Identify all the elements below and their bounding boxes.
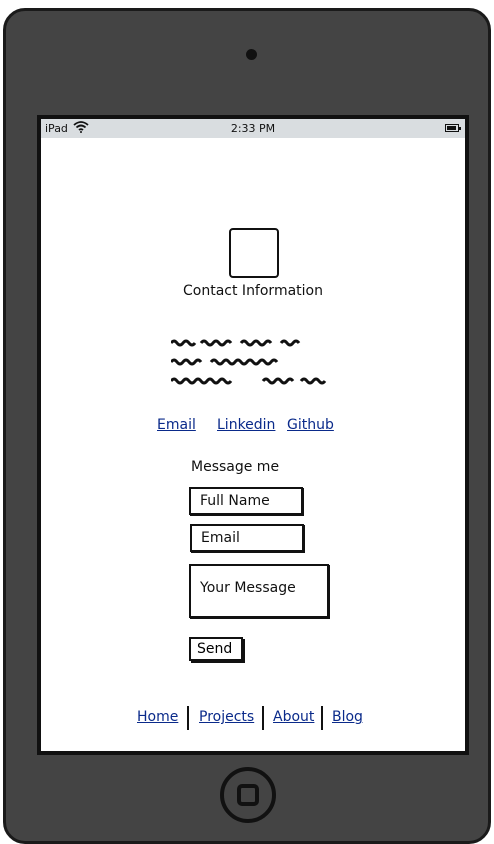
full-name-placeholder: Full Name bbox=[200, 493, 270, 509]
form-heading: Message me bbox=[191, 459, 280, 475]
send-button[interactable]: Send bbox=[189, 637, 243, 661]
home-button[interactable] bbox=[220, 767, 276, 823]
nav-projects-link[interactable]: Projects bbox=[199, 709, 254, 725]
nav-separator bbox=[187, 706, 189, 730]
email-placeholder: Email bbox=[201, 530, 240, 546]
nav-blog-link[interactable]: Blog bbox=[332, 709, 363, 725]
status-bar: iPad 2:33 PM bbox=[41, 119, 465, 138]
nav-separator bbox=[262, 706, 264, 730]
battery-icon bbox=[445, 124, 461, 132]
camera-icon bbox=[246, 49, 257, 60]
placeholder-text-scribble bbox=[171, 339, 327, 385]
github-link[interactable]: Github bbox=[287, 417, 334, 433]
nav-home-link[interactable]: Home bbox=[137, 709, 178, 725]
contact-title: Contact Information bbox=[183, 283, 323, 299]
nav-separator bbox=[321, 706, 323, 730]
linkedin-link[interactable]: Linkedin bbox=[217, 417, 275, 433]
clock: 2:33 PM bbox=[230, 122, 276, 135]
home-icon bbox=[237, 784, 259, 806]
tablet-frame: iPad 2:33 PM Contact Information Email L… bbox=[3, 8, 491, 844]
screen: iPad 2:33 PM Contact Information Email L… bbox=[37, 115, 469, 755]
nav-about-link[interactable]: About bbox=[273, 709, 314, 725]
full-name-input[interactable]: Full Name bbox=[189, 487, 303, 515]
message-placeholder: Your Message bbox=[200, 580, 296, 596]
email-link[interactable]: Email bbox=[157, 417, 196, 433]
profile-image-placeholder bbox=[229, 228, 279, 278]
email-input[interactable]: Email bbox=[190, 524, 304, 552]
message-textarea[interactable]: Your Message bbox=[189, 564, 329, 618]
